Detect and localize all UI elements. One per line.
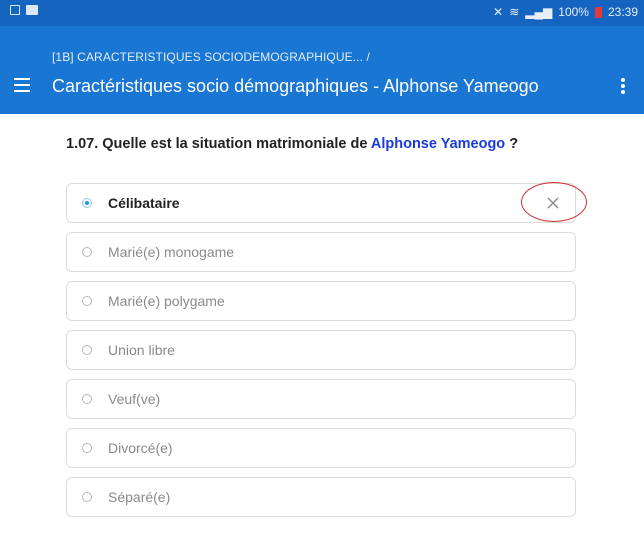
radio-button[interactable] [82, 247, 92, 257]
option-label: Marié(e) polygame [108, 293, 225, 309]
option-item[interactable]: Union libre [66, 330, 576, 370]
battery-icon [594, 6, 602, 18]
radio-button[interactable] [82, 492, 92, 502]
respondent-name: Alphonse Yameogo [370, 136, 506, 152]
option-item[interactable]: Célibataire [66, 183, 576, 223]
option-label: Séparé(e) [108, 489, 171, 505]
notification-icon [10, 5, 20, 15]
radio-button[interactable] [82, 345, 92, 355]
option-item[interactable]: Séparé(e) [66, 477, 576, 517]
option-label: Divorcé(e) [108, 440, 173, 456]
signal-icon: ▂▄▆ [525, 5, 553, 19]
question-prefix: 1.07. Quelle est la situation matrimonia… [66, 136, 371, 152]
breadcrumb[interactable]: [1B] CARACTERISTIQUES SOCIODEMOGRAPHIQUE… [52, 50, 370, 64]
mute-icon: ✕ [493, 5, 504, 19]
wifi-icon: ≋ [509, 5, 520, 19]
option-item[interactable]: Marié(e) polygame [66, 281, 576, 321]
radio-button[interactable] [82, 198, 92, 208]
hamburger-menu-icon[interactable] [14, 78, 30, 92]
option-label: Célibataire [108, 195, 180, 211]
option-item[interactable]: Divorcé(e) [66, 428, 576, 468]
option-label: Marié(e) monogame [108, 244, 235, 260]
question-text: 1.07. Quelle est la situation matrimonia… [66, 136, 518, 152]
option-item[interactable]: Veuf(ve) [66, 379, 576, 419]
radio-button[interactable] [82, 296, 92, 306]
option-label: Veuf(ve) [108, 391, 161, 407]
image-notification-icon [26, 5, 38, 15]
clock: 23:39 [607, 5, 638, 19]
battery-level: 100% [558, 5, 589, 19]
overflow-menu-icon[interactable] [620, 78, 626, 96]
status-bar: ✕ ≋ ▂▄▆ 100% 23:39 [0, 0, 644, 26]
question-suffix: ? [505, 136, 519, 152]
option-label: Union libre [108, 342, 175, 358]
clear-icon[interactable] [545, 195, 561, 211]
page-title: Caractéristiques socio démographiques - … [52, 76, 539, 96]
option-item[interactable]: Marié(e) monogame [66, 232, 576, 272]
radio-button[interactable] [82, 394, 92, 404]
radio-button[interactable] [82, 443, 92, 453]
app-bar: [1B] CARACTERISTIQUES SOCIODEMOGRAPHIQUE… [0, 26, 644, 114]
